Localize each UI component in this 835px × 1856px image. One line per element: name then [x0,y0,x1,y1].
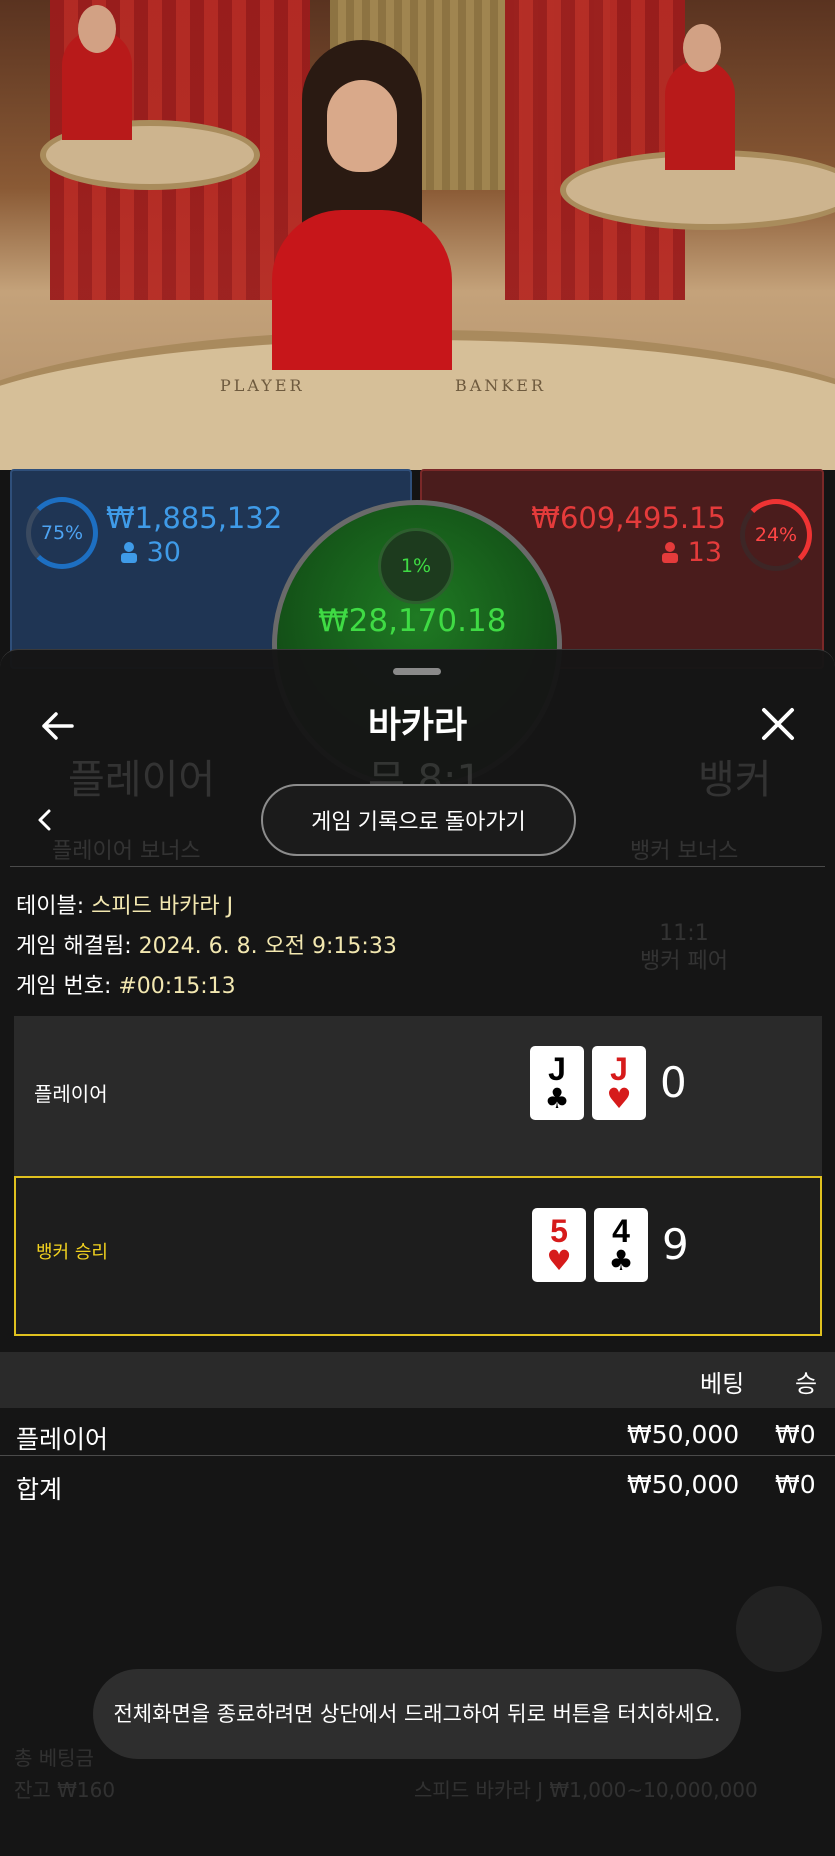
game-number-info: 게임 번호: #00:15:13 [16,974,236,999]
close-icon[interactable] [756,702,800,746]
resolved-info: 게임 해결됨: 2024. 6. 8. 오전 9:15:33 [16,934,397,959]
heart-icon: ♥ [606,1082,632,1115]
banker-bettor-count: 13 [661,537,722,568]
fullscreen-exit-toast: 전체화면을 종료하려면 상단에서 드래그하여 뒤로 버튼을 터치하세요. [93,1669,741,1759]
win-column-header: 승 [795,1370,818,1398]
banker-win-label: 뱅커 승리 [36,1242,108,1263]
player-hand-row: 플레이어 J ♣ J ♥ 0 [14,1016,822,1176]
game-history-sheet: 플레이어 무 8:1 뱅커 플레이어 보너스 뱅커 보너스 11:1 뱅커 페어 … [0,649,835,1856]
tie-percent-ring: 1% [378,528,454,604]
playing-card: 5 ♥ [532,1208,586,1282]
banker-score: 9 [662,1220,689,1269]
person-icon [121,542,137,563]
table-label-player: PLAYER [220,376,305,395]
banker-percent-ring: 24% [740,499,812,571]
table-label-banker: BANKER [455,376,546,395]
playing-card: J ♥ [592,1046,646,1120]
chevron-left-icon[interactable] [30,805,60,835]
menu-button-underlay [736,1586,822,1672]
banker-hand-row: 뱅커 승리 5 ♥ 4 ♣ 9 [14,1176,822,1336]
bet-table-header: 베팅 승 [0,1352,835,1408]
player-bettor-count: 30 [120,537,181,568]
playing-card: J ♣ [530,1046,584,1120]
bet-row-total: 합계 ₩50,000 ₩0 [16,1470,816,1504]
divider [10,866,825,867]
club-icon: ♣ [608,1244,634,1277]
player-percent-ring: 75% [26,497,98,569]
table-info: 테이블: 스피드 바카라 J [16,894,234,919]
heart-icon: ♥ [546,1244,572,1277]
sheet-title: 바카라 [367,705,468,746]
back-to-history-button[interactable]: 게임 기록으로 돌아가기 [261,784,576,856]
drag-handle[interactable] [393,668,441,675]
dealer [272,40,452,370]
banker-total-amount: ₩609,495.15 [531,501,726,535]
club-icon: ♣ [544,1082,570,1115]
bet-column-header: 베팅 [700,1370,745,1398]
person-icon [662,542,679,563]
tie-total-amount: ₩28,170.18 [318,603,507,639]
curtain-right [505,0,685,300]
playing-card: 4 ♣ [594,1208,648,1282]
live-dealer-video: PLAYER BANKER [0,0,835,470]
background-dealer-right [665,60,735,170]
player-hand-label: 플레이어 [34,1082,108,1106]
player-total-amount: ₩1,885,132 [106,501,283,535]
player-score: 0 [660,1058,687,1107]
